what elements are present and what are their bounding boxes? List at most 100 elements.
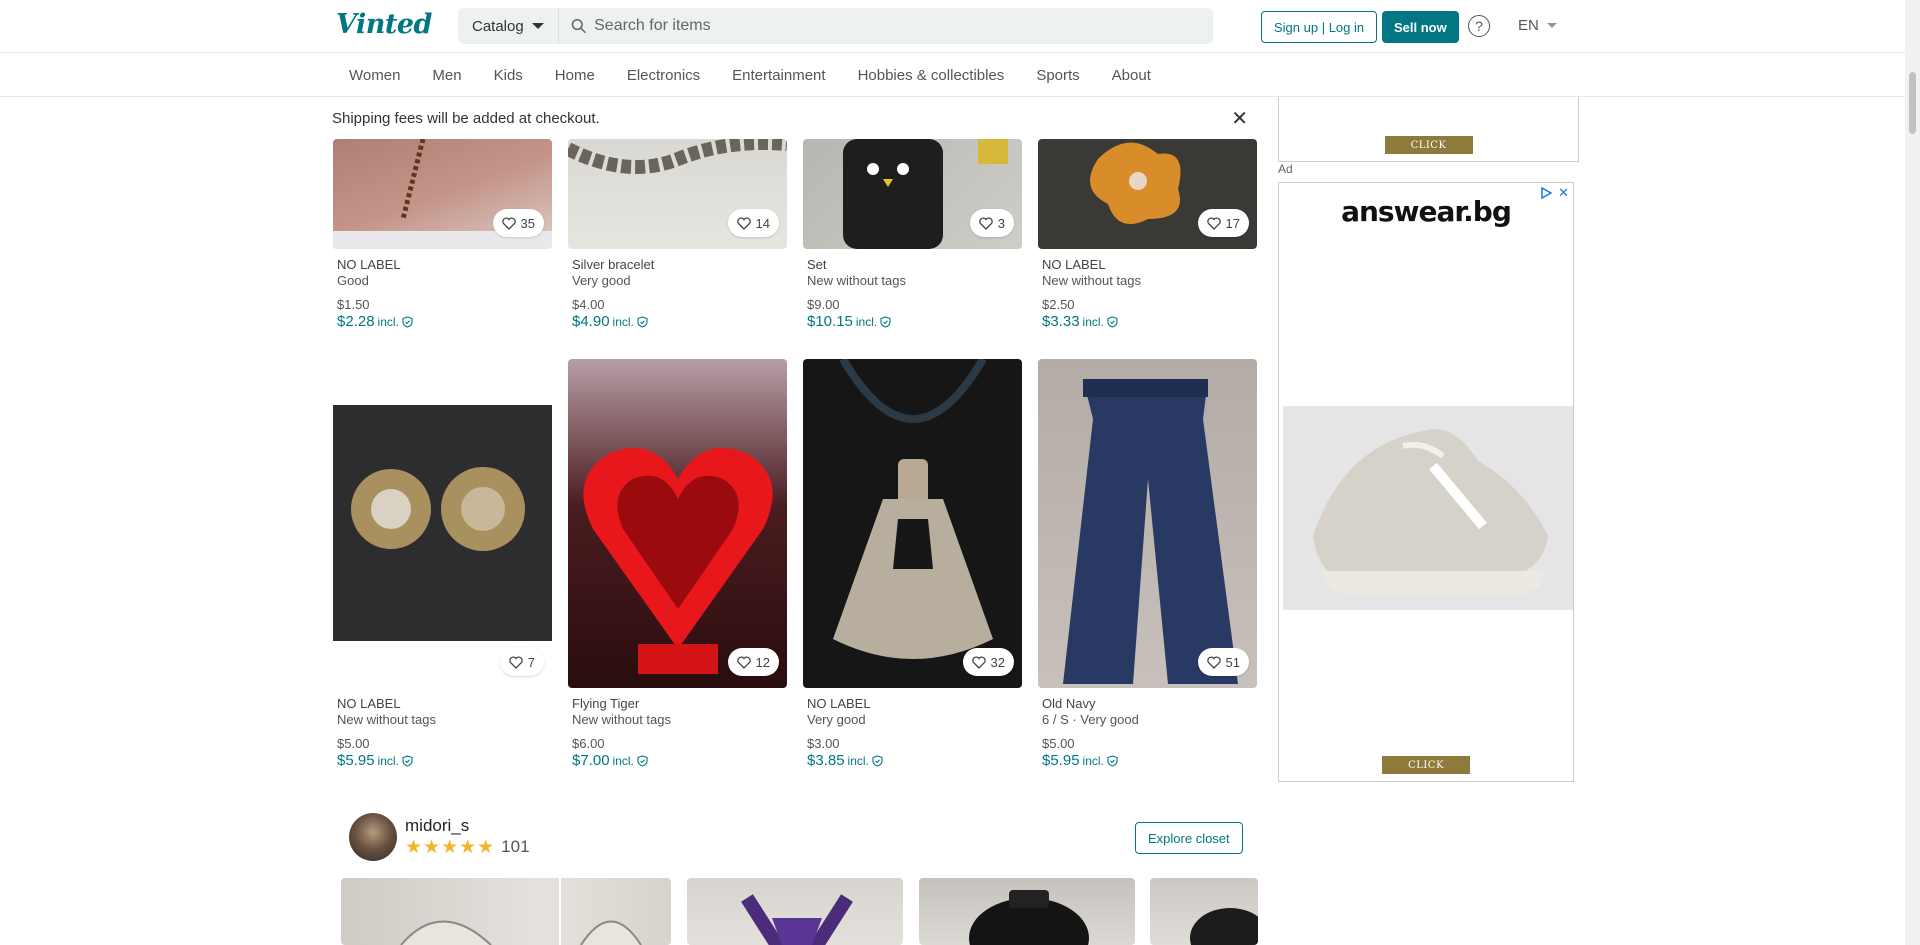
favorite-button[interactable]: 12 <box>727 648 779 676</box>
favorite-button[interactable]: 32 <box>962 648 1014 676</box>
explore-closet-button[interactable]: Explore closet <box>1135 822 1243 854</box>
shield-icon <box>402 755 413 767</box>
signup-login-button[interactable]: Sign up | Log in <box>1261 11 1378 43</box>
product-brand: NO LABEL <box>337 257 401 272</box>
language-selector[interactable]: EN <box>1518 17 1557 34</box>
favorite-button[interactable]: 35 <box>492 209 544 237</box>
product-photo[interactable]: 7 <box>333 359 552 688</box>
sell-now-button[interactable]: Sell now <box>1382 11 1459 43</box>
product-photo[interactable]: 14 <box>568 139 787 249</box>
product-brand: NO LABEL <box>807 696 871 711</box>
seller-closet-header: midori_s ★★★★★ 101 <box>349 813 530 861</box>
product-photo[interactable]: 35 <box>333 139 552 249</box>
product-card[interactable]: 3 Set New without tags $9.00 $10.15 incl. <box>803 139 1022 331</box>
nav-item-electronics[interactable]: Electronics <box>611 67 716 84</box>
mirrors-image <box>333 405 552 641</box>
product-condition: Good <box>337 273 369 288</box>
search-icon <box>571 18 586 34</box>
favorite-count: 7 <box>527 654 535 670</box>
heart-icon <box>1206 216 1221 230</box>
chevron-down-icon <box>1546 23 1557 28</box>
product-price: $5.00 <box>337 736 370 751</box>
product-card[interactable]: 7 NO LABEL New without tags $5.00 $5.95 i… <box>333 359 552 770</box>
pendant-image <box>833 359 993 659</box>
heart-lamp-image <box>583 447 773 674</box>
favorite-count: 3 <box>997 215 1005 231</box>
help-icon[interactable]: ? <box>1468 15 1490 37</box>
product-photo[interactable]: 17 <box>1038 139 1257 249</box>
scrollbar[interactable] <box>1905 0 1920 945</box>
favorite-button[interactable]: 51 <box>1197 648 1249 676</box>
nav-item-hobbies[interactable]: Hobbies & collectibles <box>842 67 1021 84</box>
product-card[interactable]: 35 NO LABEL Good $1.50 $2.28 incl. <box>333 139 552 331</box>
catalog-dropdown[interactable]: Catalog <box>458 8 559 44</box>
purple-top-image <box>741 894 853 945</box>
scrollbar-thumb[interactable] <box>1909 72 1916 134</box>
closet-item-photo[interactable] <box>1150 878 1258 945</box>
ad-banner[interactable]: ✕ answear.bg CLICK <box>1278 182 1574 782</box>
product-price: $2.50 <box>1042 297 1075 312</box>
favorite-count: 32 <box>990 654 1005 670</box>
favorite-button[interactable]: 3 <box>969 209 1014 237</box>
favorite-count: 12 <box>755 654 770 670</box>
dark-item-image <box>1190 908 1258 945</box>
shipping-notice: Shipping fees will be added at checkout.… <box>330 97 1260 139</box>
product-photo[interactable]: 12 <box>568 359 787 688</box>
ad-click-button[interactable]: CLICK <box>1384 136 1473 154</box>
product-card[interactable]: 14 Silver bracelet Very good $4.00 $4.90… <box>568 139 787 331</box>
ad-click-button[interactable]: CLICK <box>1382 756 1470 774</box>
favorite-button[interactable]: 17 <box>1197 209 1249 237</box>
product-card[interactable]: 12 Flying Tiger New without tags $6.00 $… <box>568 359 787 770</box>
close-icon[interactable]: ✕ <box>1231 106 1248 131</box>
nav-item-sports[interactable]: Sports <box>1020 67 1095 84</box>
product-photo[interactable]: 51 <box>1038 359 1257 688</box>
vinted-logo[interactable]: Vinted <box>336 9 432 40</box>
favorite-button[interactable]: 7 <box>499 648 544 676</box>
product-condition: 6 / S · Very good <box>1042 712 1139 727</box>
nav-item-men[interactable]: Men <box>416 67 477 84</box>
product-price: $1.50 <box>337 297 370 312</box>
product-price: $9.00 <box>807 297 840 312</box>
heart-icon <box>736 216 751 230</box>
price-incl-protection: $5.95 incl. <box>333 752 552 770</box>
nav-item-entertainment[interactable]: Entertainment <box>716 67 841 84</box>
review-count: 101 <box>501 837 530 856</box>
price-incl-protection: $2.28 incl. <box>333 313 552 331</box>
seller-name[interactable]: midori_s <box>405 816 530 836</box>
search-input[interactable] <box>594 17 1213 35</box>
product-brand: NO LABEL <box>1042 257 1106 272</box>
nav-item-home[interactable]: Home <box>539 67 611 84</box>
nav-item-kids[interactable]: Kids <box>478 67 539 84</box>
closet-item-photo[interactable] <box>341 878 671 945</box>
category-nav: Women Men Kids Home Electronics Entertai… <box>0 53 1905 97</box>
ad-banner-top[interactable]: CLICK <box>1278 97 1579 162</box>
product-photo[interactable]: 32 <box>803 359 1022 688</box>
product-condition: Very good <box>807 712 866 727</box>
nav-item-women[interactable]: Women <box>333 67 416 84</box>
closet-item-photo[interactable] <box>687 878 903 945</box>
price-incl-protection: $3.85 incl. <box>803 752 1022 770</box>
search-bar: Catalog <box>458 8 1213 44</box>
shield-icon <box>637 316 648 328</box>
avatar[interactable] <box>349 813 397 861</box>
product-card[interactable]: 32 NO LABEL Very good $3.00 $3.85 incl. <box>803 359 1022 770</box>
shield-icon <box>1107 316 1118 328</box>
product-condition: New without tags <box>572 712 671 727</box>
search-field <box>559 17 1213 35</box>
product-photo[interactable]: 3 <box>803 139 1022 249</box>
jeans-image <box>1063 379 1238 684</box>
sneaker-illustration <box>1313 429 1548 596</box>
nav-item-about[interactable]: About <box>1096 67 1167 84</box>
closet-item-photo[interactable] <box>919 878 1135 945</box>
favorite-button[interactable]: 14 <box>727 209 779 237</box>
shield-icon <box>872 755 883 767</box>
favorite-count: 51 <box>1225 654 1240 670</box>
product-card[interactable]: 51 Old Navy 6 / S · Very good $5.00 $5.9… <box>1038 359 1257 770</box>
rating-stars: ★★★★★ <box>405 836 496 858</box>
product-card[interactable]: 17 NO LABEL New without tags $2.50 $3.33… <box>1038 139 1257 331</box>
heart-icon <box>971 655 986 669</box>
chevron-down-icon <box>531 23 544 29</box>
product-brand: NO LABEL <box>337 696 401 711</box>
favorite-count: 14 <box>755 215 770 231</box>
favorite-count: 35 <box>520 215 535 231</box>
